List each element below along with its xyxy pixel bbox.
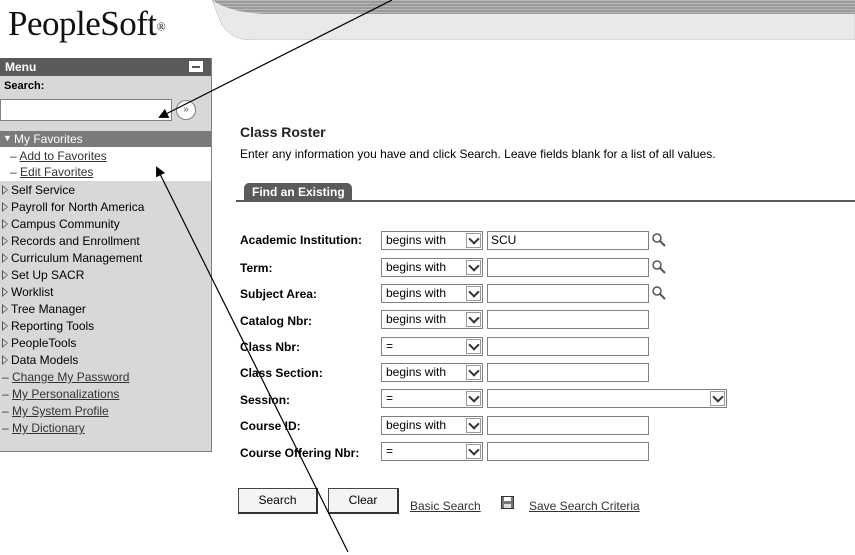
catalog-nbr-label: Catalog Nbr: bbox=[240, 314, 312, 328]
change-password-link[interactable]: Change My Password bbox=[12, 370, 129, 384]
search-button[interactable]: Search bbox=[238, 488, 318, 514]
course-id-operator-select[interactable]: begins with bbox=[381, 416, 483, 435]
sidebar-item-my-system-profile[interactable]: – My System Profile bbox=[2, 404, 109, 418]
sidebar-item-edit-favorites[interactable]: – Edit Favorites bbox=[10, 165, 93, 179]
term-input[interactable] bbox=[487, 258, 649, 277]
collapsed-triangle-icon bbox=[2, 185, 9, 195]
menu-title: Menu bbox=[5, 60, 37, 74]
chevron-down-icon bbox=[466, 391, 481, 406]
chevron-down-icon bbox=[466, 233, 481, 248]
edit-favorites-link[interactable]: Edit Favorites bbox=[20, 165, 93, 179]
session-select[interactable] bbox=[487, 389, 727, 408]
class-nbr-operator-select[interactable]: = bbox=[381, 337, 483, 356]
class-section-operator-select[interactable]: begins with bbox=[381, 363, 483, 382]
collapsed-triangle-icon bbox=[2, 355, 9, 365]
class-section-input[interactable] bbox=[487, 363, 649, 382]
subject-area-label: Subject Area: bbox=[240, 287, 317, 301]
collapsed-triangle-icon bbox=[2, 287, 9, 297]
catalog-nbr-operator-select[interactable]: begins with bbox=[381, 310, 483, 329]
collapsed-triangle-icon bbox=[2, 219, 9, 229]
subject-area-operator-select[interactable]: begins with bbox=[381, 284, 483, 303]
basic-search-link[interactable]: Basic Search bbox=[410, 499, 481, 513]
collapse-icon[interactable] bbox=[189, 61, 203, 72]
collapsed-triangle-icon bbox=[2, 304, 9, 314]
chevron-down-icon bbox=[466, 260, 481, 275]
my-dictionary-link[interactable]: My Dictionary bbox=[12, 421, 85, 435]
chevron-down-icon bbox=[466, 418, 481, 433]
my-personalizations-link[interactable]: My Personalizations bbox=[12, 387, 119, 401]
course-offering-nbr-operator-select[interactable]: = bbox=[381, 442, 483, 461]
sidebar-item-campus-community[interactable]: Campus Community bbox=[2, 217, 120, 231]
sidebar-menu: Menu Search: » ▼ My Favorites – Add to F… bbox=[0, 58, 212, 452]
favorites-submenu: – Add to Favorites – Edit Favorites bbox=[0, 147, 211, 181]
sidebar-item-add-to-favorites[interactable]: – Add to Favorites bbox=[10, 149, 107, 163]
double-chevron-right-icon[interactable]: » bbox=[176, 100, 196, 120]
sidebar-item-peopletools[interactable]: PeopleTools bbox=[2, 336, 76, 350]
header-banner bbox=[212, 0, 855, 40]
course-offering-nbr-label: Course Offering Nbr: bbox=[240, 446, 360, 460]
floppy-disk-icon bbox=[501, 496, 514, 509]
sidebar-item-records-enrollment[interactable]: Records and Enrollment bbox=[2, 234, 140, 248]
add-to-favorites-link[interactable]: Add to Favorites bbox=[19, 149, 106, 163]
class-nbr-input[interactable] bbox=[487, 337, 649, 356]
lookup-magnifier-icon[interactable] bbox=[651, 259, 667, 275]
sidebar-item-self-service[interactable]: Self Service bbox=[2, 183, 75, 197]
catalog-nbr-input[interactable] bbox=[487, 310, 649, 329]
tab-find-existing-value[interactable]: Find an Existing Value bbox=[244, 183, 352, 218]
sidebar-item-curriculum-management[interactable]: Curriculum Management bbox=[2, 251, 142, 265]
class-section-label: Class Section: bbox=[240, 366, 323, 380]
sidebar-item-my-favorites[interactable]: ▼ My Favorites bbox=[0, 131, 211, 147]
sidebar-item-my-personalizations[interactable]: – My Personalizations bbox=[2, 387, 119, 401]
sidebar-item-label: My Favorites bbox=[14, 132, 83, 146]
academic-institution-operator-select[interactable]: begins with bbox=[381, 231, 483, 250]
sidebar-item-worklist[interactable]: Worklist bbox=[2, 285, 53, 299]
sidebar-item-payroll[interactable]: Payroll for North America bbox=[2, 200, 144, 214]
chevron-down-icon bbox=[466, 312, 481, 327]
my-system-profile-link[interactable]: My System Profile bbox=[12, 404, 109, 418]
collapsed-triangle-icon bbox=[2, 253, 9, 263]
class-nbr-label: Class Nbr: bbox=[240, 340, 301, 354]
sidebar-item-tree-manager[interactable]: Tree Manager bbox=[2, 302, 86, 316]
session-operator-select[interactable]: = bbox=[381, 389, 483, 408]
academic-institution-input[interactable]: SCU bbox=[487, 231, 649, 250]
collapsed-triangle-icon bbox=[2, 236, 9, 246]
course-offering-nbr-input[interactable] bbox=[487, 442, 649, 461]
search-label: Search: bbox=[4, 80, 45, 92]
sidebar-item-set-up-sacr[interactable]: Set Up SACR bbox=[2, 268, 84, 282]
chevron-down-icon bbox=[710, 391, 725, 406]
instructions-text: Enter any information you have and click… bbox=[240, 147, 716, 161]
chevron-down-icon bbox=[466, 444, 481, 459]
collapsed-triangle-icon bbox=[2, 270, 9, 280]
course-id-label: Course ID: bbox=[240, 419, 301, 433]
chevron-down-icon bbox=[466, 339, 481, 354]
course-id-input[interactable] bbox=[487, 416, 649, 435]
session-label: Session: bbox=[240, 393, 291, 407]
chevron-down-icon bbox=[466, 365, 481, 380]
menu-search-input[interactable] bbox=[0, 99, 172, 121]
term-operator-select[interactable]: begins with bbox=[381, 258, 483, 277]
collapsed-triangle-icon bbox=[2, 202, 9, 212]
menu-header: Menu bbox=[0, 58, 211, 76]
collapsed-triangle-icon bbox=[2, 321, 9, 331]
academic-institution-label: Academic Institution: bbox=[240, 233, 363, 247]
save-search-criteria-link[interactable]: Save Search Criteria bbox=[529, 499, 640, 513]
clear-button[interactable]: Clear bbox=[328, 488, 399, 514]
sidebar-item-reporting-tools[interactable]: Reporting Tools bbox=[2, 319, 94, 333]
lookup-magnifier-icon[interactable] bbox=[651, 232, 667, 248]
sidebar-item-change-password[interactable]: – Change My Password bbox=[2, 370, 129, 384]
peoplesoft-logo: PeopleSoft® bbox=[8, 4, 166, 43]
term-label: Term: bbox=[240, 261, 273, 275]
sidebar-item-my-dictionary[interactable]: – My Dictionary bbox=[2, 421, 85, 435]
lookup-magnifier-icon[interactable] bbox=[651, 285, 667, 301]
expanded-triangle-icon: ▼ bbox=[3, 133, 12, 143]
page-title: Class Roster bbox=[240, 124, 326, 140]
sidebar-item-data-models[interactable]: Data Models bbox=[2, 353, 78, 367]
subject-area-input[interactable] bbox=[487, 284, 649, 303]
collapsed-triangle-icon bbox=[2, 338, 9, 348]
chevron-down-icon bbox=[466, 286, 481, 301]
